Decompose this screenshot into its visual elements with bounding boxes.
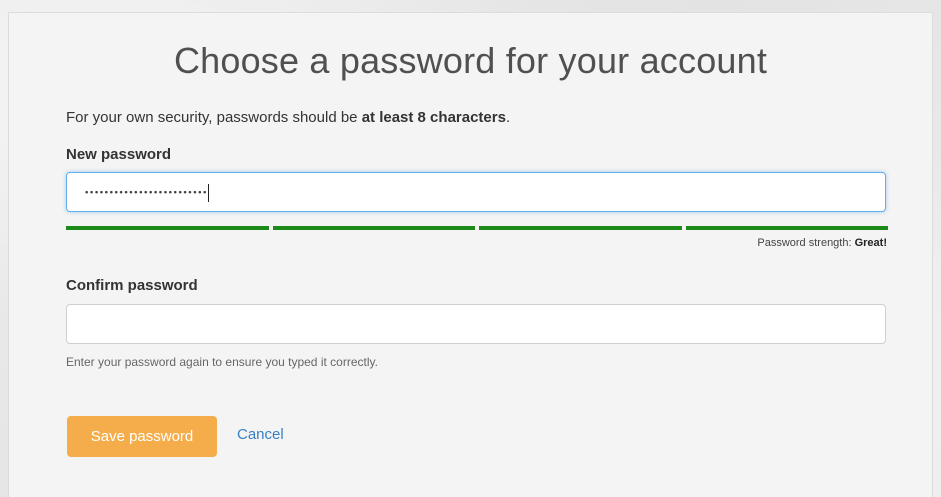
password-form-panel: Choose a password for your account For y…: [8, 12, 933, 497]
page-title: Choose a password for your account: [173, 40, 768, 81]
password-strength-label: Password strength: Great!: [757, 237, 887, 249]
new-password-dots: •••••••••••••••••••••••••: [84, 188, 207, 199]
cancel-link[interactable]: Cancel: [237, 426, 284, 443]
confirm-password-help: Enter your password again to ensure you …: [66, 355, 378, 369]
new-password-label: New password: [66, 146, 172, 163]
requirement-emphasis: at least 8 characters: [361, 109, 506, 126]
strength-segment-4: [685, 226, 888, 230]
new-password-field[interactable]: •••••••••••••••••••••••••: [66, 172, 886, 212]
confirm-password-field[interactable]: [66, 304, 886, 344]
text-caret: [207, 184, 209, 202]
strength-segment-2: [272, 226, 475, 230]
strength-value: Great!: [854, 237, 887, 249]
requirement-prefix: For your own security, passwords should …: [66, 109, 362, 126]
password-requirement-text: For your own security, passwords should …: [66, 109, 510, 126]
confirm-password-label: Confirm password: [66, 277, 198, 294]
save-password-button[interactable]: Save password: [67, 416, 217, 457]
strength-segment-3: [479, 226, 682, 230]
new-password-masked-value: •••••••••••••••••••••••••: [84, 184, 209, 202]
password-strength-meter: [66, 226, 888, 230]
requirement-suffix: .: [505, 109, 511, 126]
strength-segment-1: [66, 226, 269, 230]
strength-prefix: Password strength:: [757, 237, 855, 249]
